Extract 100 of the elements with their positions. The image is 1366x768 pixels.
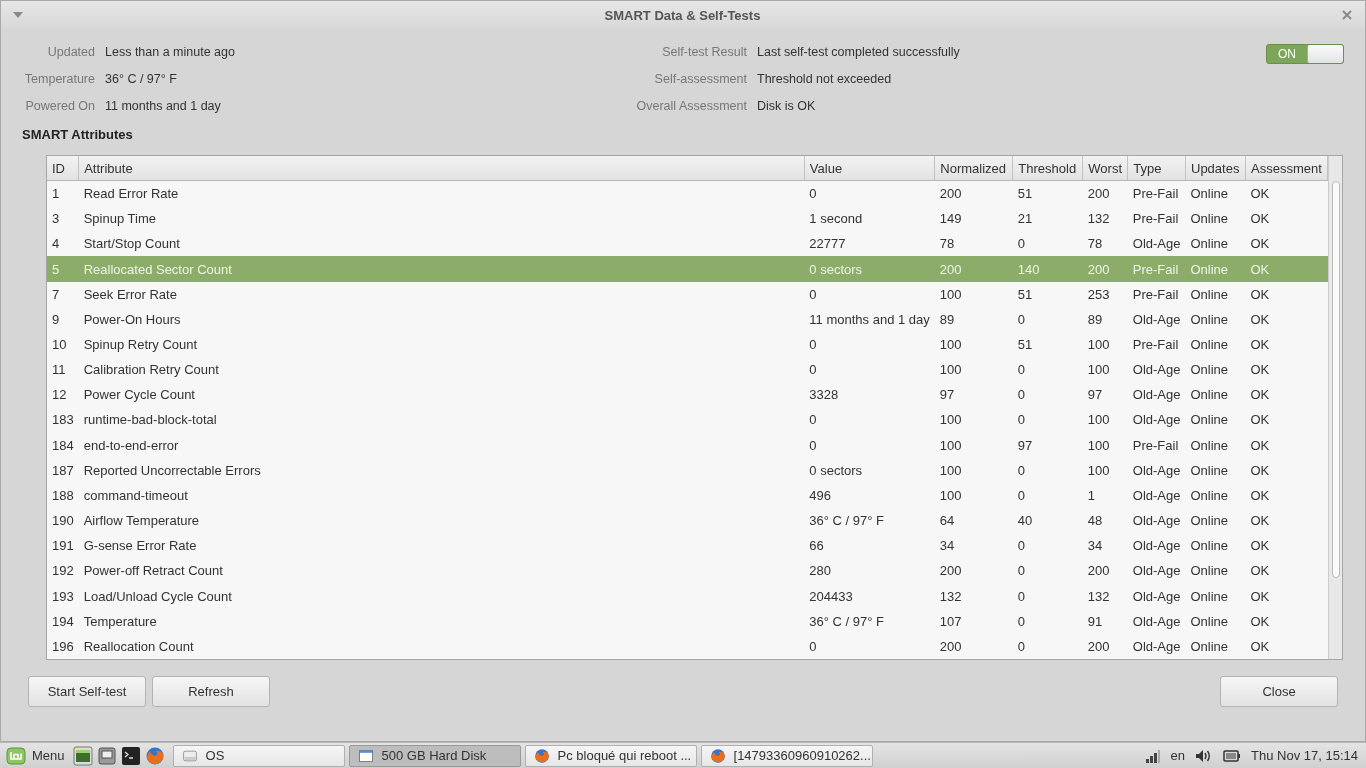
table-cell: OK: [1250, 513, 1270, 529]
taskbar-window-button[interactable]: OS: [172, 744, 345, 767]
table-row[interactable]: 184 end-to-end-error 0 100 97 100 Pre-Fail Online OK: [47, 432, 1328, 458]
column-header[interactable]: Normalized: [934, 156, 1013, 181]
window-menu-icon[interactable]: [13, 12, 23, 18]
table-row[interactable]: 194 Temperature 36° C / 97° F 107 0 91 Old-Age Online OK: [47, 608, 1328, 634]
column-header[interactable]: Type: [1127, 156, 1186, 181]
column-header[interactable]: Attribute: [78, 156, 805, 181]
table-cell: 3328: [809, 387, 839, 403]
table-cell: runtime-bad-block-total: [83, 412, 217, 428]
taskbar-window-button[interactable]: 500 GB Hard Disk: [348, 744, 521, 767]
table-cell: 200: [939, 186, 962, 202]
keyboard-layout[interactable]: en: [1170, 748, 1186, 763]
table-cell: 0: [809, 186, 817, 202]
table-row[interactable]: 10 Spinup Retry Count 0 100 51 100 Pre-Fail Online OK: [47, 331, 1328, 358]
dialog-button[interactable]: Close: [1220, 676, 1338, 707]
table-cell: 253: [1087, 286, 1110, 302]
table-cell: 78: [1087, 236, 1103, 252]
table-row[interactable]: 196 Reallocation Count 0 200 0 200 Old-Age Online OK: [47, 633, 1328, 659]
column-header[interactable]: ID: [47, 156, 79, 181]
globe-icon: [533, 747, 550, 764]
column-header[interactable]: Worst: [1082, 156, 1128, 181]
clock[interactable]: Thu Nov 17, 15:14: [1251, 748, 1358, 763]
table-row[interactable]: 7 Seek Error Rate 0 100 51 253 Pre-Fail Online OK: [47, 281, 1328, 307]
table-cell: 48: [1087, 513, 1103, 529]
table-cell: 0: [1017, 462, 1026, 478]
menu-button[interactable]: Menu: [0, 746, 69, 765]
signal-icon[interactable]: [1144, 748, 1161, 763]
dialog-button[interactable]: Refresh: [152, 676, 270, 707]
table-cell: command-timeout: [83, 487, 188, 503]
table-row[interactable]: 12 Power Cycle Count 3328 97 0 97 Old-Age Online OK: [47, 382, 1328, 408]
table-cell: 0: [1017, 412, 1026, 428]
close-icon[interactable]: [1342, 10, 1352, 20]
table-cell: Online: [1190, 538, 1229, 554]
scrollbar[interactable]: [1328, 156, 1342, 659]
terminal-icon[interactable]: [120, 745, 141, 766]
field-value: 36° C / 97° F: [105, 71, 178, 87]
table-cell: 36° C / 97° F: [809, 513, 885, 529]
table-cell: Spinup Time: [83, 211, 156, 227]
computer-icon[interactable]: [96, 745, 117, 766]
table-row[interactable]: 190 Airflow Temperature 36° C / 97° F 64 40 48 Old-Age Online OK: [47, 508, 1328, 534]
column-header[interactable]: Assessment: [1245, 156, 1328, 181]
table-cell: 204433: [809, 588, 853, 604]
taskbar-window-button[interactable]: Pc bloqué qui reboot ...: [524, 744, 697, 767]
table-row[interactable]: 183 runtime-bad-block-total 0 100 0 100 Old-Age Online OK: [47, 407, 1328, 433]
table-cell: OK: [1250, 563, 1270, 579]
table-cell: 191: [52, 538, 74, 554]
window-title: SMART Data & Self-Tests: [604, 7, 761, 23]
table-cell: Old-Age: [1132, 613, 1181, 629]
column-header[interactable]: Value: [804, 156, 935, 181]
table-row[interactable]: 3 Spinup Time 1 second 149 21 132 Pre-Fail Online OK: [47, 206, 1328, 232]
table-cell: 51: [1017, 337, 1033, 352]
table-row[interactable]: 191 G-sense Error Rate 66 34 0 34 Old-Age Online OK: [47, 533, 1328, 559]
table-cell: Read Error Rate: [83, 186, 179, 202]
table-row[interactable]: 4 Start/Stop Count 22777 78 0 78 Old-Age Online OK: [47, 231, 1328, 257]
table-cell: 10: [52, 337, 67, 352]
table-cell: Online: [1190, 638, 1229, 654]
table-cell: Start/Stop Count: [83, 236, 180, 252]
table-cell: Load/Unload Cycle Count: [83, 588, 232, 604]
table-cell: 190: [52, 513, 74, 529]
table-cell: 1 second: [809, 211, 863, 227]
field-label: Powered On: [24, 98, 95, 114]
table-cell: 34: [1087, 538, 1103, 554]
table-cell: 66: [809, 538, 824, 554]
table-cell: Online: [1190, 211, 1229, 227]
battery-icon[interactable]: [1223, 749, 1242, 762]
desktop-icon[interactable]: [72, 745, 93, 766]
table-cell: 89: [1087, 311, 1103, 327]
table-cell: 100: [939, 487, 962, 503]
table-cell: 11 months and 1 day: [809, 311, 930, 327]
table-cell: 78: [939, 236, 955, 252]
table-cell: 0: [809, 412, 817, 428]
table-row[interactable]: 187 Reported Uncorrectable Errors 0 sectors 100 0 100 Old-Age Online OK: [47, 457, 1328, 483]
table-row[interactable]: 11 Calibration Retry Count 0 100 0 100 Old-Age Online OK: [47, 357, 1328, 383]
table-cell: Online: [1190, 437, 1229, 453]
field-label: Self-assessment: [653, 71, 747, 87]
column-header[interactable]: Threshold: [1012, 156, 1083, 181]
table-row[interactable]: 1 Read Error Rate 0 200 51 200 Pre-Fail Online OK: [47, 180, 1328, 207]
table-cell: 0: [1017, 563, 1026, 579]
table-cell: Temperature: [83, 613, 157, 629]
table-cell: 0: [1017, 362, 1026, 378]
table-cell: 21: [1017, 211, 1033, 227]
table-cell: OK: [1250, 211, 1270, 227]
table-row[interactable]: 9 Power-On Hours 11 months and 1 day 89 0 89 Old-Age Online OK: [47, 306, 1328, 332]
table-cell: 0: [809, 437, 817, 453]
table-row[interactable]: 192 Power-off Retract Count 280 200 0 200 Old-Age Online OK: [47, 558, 1328, 584]
dialog-button[interactable]: Start Self-test: [28, 676, 146, 707]
table-cell: Power-On Hours: [83, 311, 181, 327]
table-cell: G-sense Error Rate: [83, 538, 197, 554]
table-cell: Old-Age: [1132, 513, 1181, 529]
table-row[interactable]: 193 Load/Unload Cycle Count 204433 132 0 132 Old-Age Online OK: [47, 583, 1328, 609]
table-cell: 0: [1017, 487, 1026, 503]
table-cell: Online: [1190, 462, 1229, 478]
table-row[interactable]: 188 command-timeout 496 100 0 1 Old-Age Online OK: [47, 482, 1328, 509]
globe-icon[interactable]: [144, 745, 165, 766]
table-cell: 149: [939, 211, 962, 227]
table-cell: Online: [1190, 186, 1229, 202]
taskbar-window-button[interactable]: [14793360960910262...: [700, 744, 873, 767]
column-header[interactable]: Updates: [1185, 156, 1246, 181]
table-cell: Old-Age: [1132, 311, 1181, 327]
